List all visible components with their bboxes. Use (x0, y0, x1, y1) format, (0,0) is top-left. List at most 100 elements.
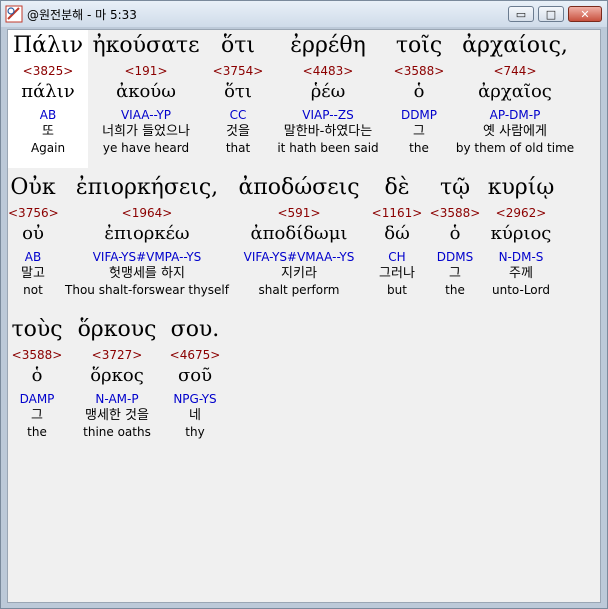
korean-gloss: 네 (189, 408, 201, 423)
parse-code: VIAA--YP (120, 108, 172, 122)
parse-code: AB (39, 108, 57, 122)
greek-word: δὲ (384, 175, 410, 200)
lemma: ὁ (31, 365, 43, 386)
english-gloss: shalt perform (258, 283, 340, 297)
greek-word: τοὺς (11, 317, 63, 342)
parse-code: N-AM-P (95, 392, 139, 406)
parse-code: AP-DM-P (489, 108, 541, 122)
word-cell[interactable]: τῷ <3588> ὁ DDMS 그 the (428, 174, 482, 298)
parse-code: NPG-YS (173, 392, 217, 406)
strong-number: <591> (277, 206, 321, 220)
strong-number: <3727> (91, 348, 143, 362)
strong-number: <3588> (393, 64, 445, 78)
korean-gloss: 지키라 (281, 266, 317, 281)
greek-word: τῷ (439, 175, 471, 200)
english-gloss: thine oaths (83, 425, 151, 439)
english-gloss: the (445, 283, 465, 297)
strong-number: <1161> (371, 206, 423, 220)
strong-number: <744> (493, 64, 537, 78)
word-cell[interactable]: ὅτι <3754> ὅτι CC 것을 that (208, 32, 268, 156)
minimize-icon: ▭ (515, 7, 527, 21)
english-gloss: it hath been said (277, 141, 379, 155)
app-window: @원전분해 - 마 5:33 ▭ □ ✕ Πάλιν <3825> πάλιν … (0, 0, 608, 609)
greek-word: ἀρχαίοις, (462, 33, 568, 58)
maximize-icon: □ (545, 7, 557, 21)
english-gloss: the (27, 425, 47, 439)
english-gloss: thy (185, 425, 205, 439)
greek-word: ὅρκους (77, 317, 157, 342)
greek-word: σου. (170, 317, 220, 342)
lemma: ἐπιορκέω (104, 223, 190, 244)
strong-number: <4483> (302, 64, 354, 78)
korean-gloss: 그 (449, 266, 461, 281)
strong-number: <3754> (212, 64, 264, 78)
korean-gloss: 너희가 들었으나 (102, 124, 190, 139)
parse-code: DDMP (400, 108, 438, 122)
korean-gloss: 말한바-하였다는 (283, 124, 373, 139)
lemma: ὅτι (224, 81, 252, 102)
greek-word: τοῖς (395, 33, 443, 58)
word-cell[interactable]: ἀρχαίοις, <744> ἀρχαῖος AP-DM-P 옛 사람에게 b… (454, 32, 576, 156)
strong-number: <2962> (495, 206, 547, 220)
korean-gloss: 주께 (509, 266, 533, 281)
korean-gloss: 그 (31, 408, 43, 423)
lemma: σοῦ (177, 365, 213, 386)
english-gloss: but (387, 283, 407, 297)
lemma: δώ (384, 223, 410, 244)
lemma: ὅρκος (90, 365, 144, 386)
lemma: ἀποδίδωμι (250, 223, 348, 244)
greek-word: Πάλιν (13, 33, 83, 58)
word-cell[interactable]: ἀποδώσεις <591> ἀποδίδωμι VIFA-YS#VMAA--… (232, 174, 366, 298)
word-cell[interactable]: ἐπιορκήσεις, <1964> ἐπιορκέω VIFA-YS#VMP… (64, 174, 230, 298)
english-gloss: ye have heard (102, 141, 190, 155)
greek-word: κυρίῳ (487, 175, 555, 200)
lemma: ῥέω (310, 81, 346, 102)
greek-word: ἐρρέθη (290, 33, 366, 58)
parse-code: DDMS (436, 250, 474, 264)
word-cell[interactable]: ὅρκους <3727> ὅρκος N-AM-P 맹세한 것을 thine … (72, 316, 162, 440)
word-cell[interactable]: Οὐκ <3756> οὐ AB 말고 not (8, 174, 59, 298)
parse-code: VIAP--ZS (302, 108, 354, 122)
english-gloss: not (23, 283, 43, 297)
greek-word: ἀποδώσεις (238, 175, 360, 200)
word-cell[interactable]: ἐρρέθη <4483> ῥέω VIAP--ZS 말한바-하였다는 it h… (272, 32, 384, 156)
lemma: ὁ (449, 223, 461, 244)
lemma: ἀκούω (116, 81, 176, 102)
lemma: οὐ (22, 223, 44, 244)
korean-gloss: 그러나 (379, 266, 415, 281)
close-icon: ✕ (580, 7, 590, 21)
greek-word: ἠκούσατε (92, 33, 200, 58)
strong-number: <3588> (429, 206, 481, 220)
parse-code: VIFA-YS#VMAA--YS (243, 250, 355, 264)
word-cell[interactable]: τοῖς <3588> ὁ DDMP 그 the (390, 32, 448, 156)
english-gloss: Thou shalt-forswear thyself (65, 283, 229, 297)
app-logo-icon (5, 5, 23, 23)
greek-word: ἐπιορκήσεις, (75, 175, 219, 200)
window-title: @원전분해 - 마 5:33 (27, 8, 137, 22)
korean-gloss: 옛 사람에게 (483, 124, 547, 139)
word-cell[interactable]: ἠκούσατε <191> ἀκούω VIAA--YP 너희가 들었으나 y… (90, 32, 202, 156)
lemma: ἀρχαῖος (478, 81, 552, 102)
strong-number: <1964> (121, 206, 173, 220)
word-cell[interactable]: κυρίῳ <2962> κύριος N-DM-S 주께 unto-Lord (486, 174, 556, 298)
parse-code: AB (24, 250, 42, 264)
strong-number: <4675> (169, 348, 221, 362)
strong-number: <191> (124, 64, 168, 78)
word-cell[interactable]: Πάλιν <3825> πάλιν AB 또 Again (8, 32, 88, 156)
minimize-button[interactable]: ▭ (508, 6, 534, 22)
word-cell[interactable]: δὲ <1161> δώ CH 그러나 but (368, 174, 426, 298)
word-cell[interactable]: τοὺς <3588> ὁ DAMP 그 the (8, 316, 66, 440)
word-cell[interactable]: σου. <4675> σοῦ NPG-YS 네 thy (166, 316, 224, 440)
greek-word: ὅτι (220, 33, 256, 58)
english-gloss: unto-Lord (492, 283, 550, 297)
parse-code: CH (388, 250, 406, 264)
parse-code: N-DM-S (498, 250, 544, 264)
close-button[interactable]: ✕ (568, 6, 602, 22)
parse-code: CC (229, 108, 247, 122)
interlinear-panel: Πάλιν <3825> πάλιν AB 또 Again ἠκούσατε <… (7, 29, 601, 603)
lemma: ὁ (413, 81, 425, 102)
english-gloss: that (225, 141, 251, 155)
title-bar[interactable]: @원전분해 - 마 5:33 ▭ □ ✕ (1, 1, 607, 27)
maximize-button[interactable]: □ (538, 6, 564, 22)
english-gloss: the (409, 141, 429, 155)
